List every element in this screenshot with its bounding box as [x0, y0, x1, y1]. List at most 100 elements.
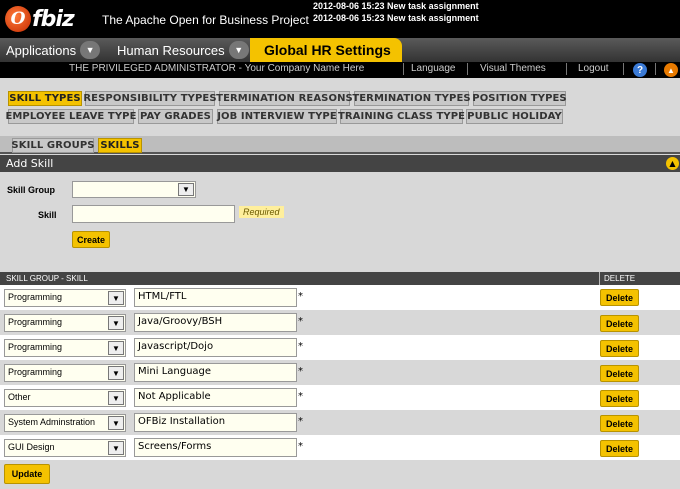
- skills-table-header: SKILL GROUP - SKILL DELETE: [0, 272, 680, 285]
- chevron-down-icon[interactable]: ▼: [80, 41, 101, 59]
- tab-job-interview-type[interactable]: JOB INTERVIEW TYPE: [217, 109, 337, 124]
- skill-group-value: Programming: [8, 367, 63, 377]
- skill-group-value: Programming: [8, 317, 63, 327]
- tab-position-types[interactable]: POSITION TYPES: [472, 91, 567, 106]
- add-skill-form: Skill Group ▼ Skill Required Create: [0, 172, 680, 265]
- skill-group-select[interactable]: Programming ▼: [4, 339, 126, 357]
- visual-themes-link[interactable]: Visual Themes: [480, 63, 546, 74]
- notice-item[interactable]: 2012-08-06 15:23 New task assignment: [313, 0, 479, 12]
- chevron-down-icon[interactable]: ▼: [108, 316, 124, 330]
- logo-icon: O: [5, 6, 31, 32]
- skill-group-label: Skill Group: [7, 185, 56, 195]
- add-skill-title-bar: Add Skill ▲: [0, 155, 680, 172]
- divider: [467, 63, 468, 75]
- applications-label: Applications: [6, 42, 77, 58]
- required-mark: *: [298, 341, 303, 352]
- delete-button[interactable]: Delete: [600, 315, 639, 332]
- table-row: Programming ▼ Javascript/Dojo * Delete: [0, 335, 680, 360]
- skill-input[interactable]: Javascript/Dojo: [134, 338, 297, 357]
- skill-input[interactable]: [72, 205, 235, 223]
- current-app-tab[interactable]: Global HR Settings: [250, 38, 402, 62]
- tab-skills[interactable]: SKILLS: [98, 138, 142, 153]
- chevron-down-icon[interactable]: ▼: [108, 341, 124, 355]
- tab-skill-types[interactable]: SKILL TYPES: [8, 91, 82, 106]
- notices: 2012-08-06 15:23 New task assignment 201…: [313, 0, 479, 24]
- col-group-skill: SKILL GROUP - SKILL: [6, 274, 88, 283]
- tab-employee-leave-type[interactable]: EMPLOYEE LEAVE TYPE: [5, 109, 136, 124]
- skill-group-value: GUI Design: [8, 442, 55, 452]
- notice-item[interactable]: 2012-08-06 15:23 New task assignment: [313, 12, 479, 24]
- required-mark: *: [298, 366, 303, 377]
- chevron-down-icon[interactable]: ▼: [108, 441, 124, 455]
- create-button[interactable]: Create: [72, 231, 110, 248]
- chevron-down-icon[interactable]: ▼: [228, 41, 249, 59]
- skill-group-select[interactable]: Programming ▼: [4, 364, 126, 382]
- chevron-down-icon[interactable]: ▼: [108, 416, 124, 430]
- help-icon[interactable]: ?: [633, 63, 647, 77]
- tab-row-1: SKILL TYPES RESPONSIBILITY TYPES TERMINA…: [0, 78, 680, 108]
- applications-menu[interactable]: Applications ▼: [6, 40, 101, 60]
- skill-group-select[interactable]: Programming ▼: [4, 314, 126, 332]
- divider: [623, 63, 624, 75]
- skill-group-select[interactable]: Other ▼: [4, 389, 126, 407]
- table-row: Programming ▼ Java/Groovy/BSH * Delete: [0, 310, 680, 335]
- skill-group-select[interactable]: GUI Design ▼: [4, 439, 126, 457]
- ofbiz-logo[interactable]: O fbiz: [5, 5, 75, 33]
- skill-group-select[interactable]: System Adminstration ▼: [4, 414, 126, 432]
- skill-input[interactable]: Screens/Forms: [134, 438, 297, 457]
- chevron-down-icon[interactable]: ▼: [108, 366, 124, 380]
- skill-input[interactable]: HTML/FTL: [134, 288, 297, 307]
- divider: [599, 272, 600, 285]
- skill-group-value: System Adminstration: [8, 417, 96, 427]
- app-bar: Applications ▼ Human Resources ▼ Global …: [0, 38, 680, 62]
- table-row: System Adminstration ▼ OFBiz Installatio…: [0, 410, 680, 435]
- skill-input[interactable]: OFBiz Installation: [134, 413, 297, 432]
- skill-group-value: Programming: [8, 292, 63, 302]
- delete-button[interactable]: Delete: [600, 289, 639, 306]
- divider: [655, 63, 656, 75]
- chevron-down-icon[interactable]: ▼: [108, 391, 124, 405]
- tab-responsibility-types[interactable]: RESPONSIBILITY TYPES: [83, 91, 217, 106]
- skill-input[interactable]: Not Applicable: [134, 388, 297, 407]
- update-button[interactable]: Update: [4, 464, 50, 484]
- delete-button[interactable]: Delete: [600, 365, 639, 382]
- delete-button[interactable]: Delete: [600, 390, 639, 407]
- logout-link[interactable]: Logout: [578, 63, 609, 74]
- skill-label: Skill: [38, 210, 57, 220]
- human-resources-menu[interactable]: Human Resources ▼: [117, 40, 249, 60]
- table-row: Programming ▼ HTML/FTL * Delete: [0, 285, 680, 310]
- chevron-down-icon[interactable]: ▼: [178, 183, 194, 196]
- tagline: The Apache Open for Business Project: [102, 13, 309, 27]
- table-row: Programming ▼ Mini Language * Delete: [0, 360, 680, 385]
- required-mark: *: [298, 316, 303, 327]
- collapse-icon[interactable]: ▲: [664, 63, 678, 77]
- human-resources-label: Human Resources: [117, 42, 225, 58]
- user-bar: THE PRIVILEGED ADMINISTRATOR - Your Comp…: [0, 62, 680, 78]
- skill-input[interactable]: Java/Groovy/BSH: [134, 313, 297, 332]
- header: O fbiz The Apache Open for Business Proj…: [0, 0, 680, 38]
- required-mark: *: [298, 391, 303, 402]
- delete-button[interactable]: Delete: [600, 440, 639, 457]
- required-mark: *: [298, 291, 303, 302]
- tab-termination-reasons[interactable]: TERMINATION REASONS: [216, 91, 353, 106]
- skill-input[interactable]: Mini Language: [134, 363, 297, 382]
- tab-pay-grades[interactable]: PAY GRADES: [138, 109, 213, 124]
- required-mark: *: [298, 441, 303, 452]
- skill-group-select[interactable]: ▼: [72, 181, 196, 198]
- tab-public-holiday[interactable]: PUBLIC HOLIDAY: [466, 109, 563, 124]
- skill-group-value: Other: [8, 392, 31, 402]
- chevron-down-icon[interactable]: ▼: [108, 291, 124, 305]
- collapse-icon[interactable]: ▲: [666, 157, 679, 170]
- tab-skill-groups[interactable]: SKILL GROUPS: [11, 138, 94, 153]
- language-link[interactable]: Language: [411, 63, 456, 74]
- tab-training-class-type[interactable]: TRAINING CLASS TYPE: [338, 109, 465, 124]
- table-row: GUI Design ▼ Screens/Forms * Delete: [0, 435, 680, 460]
- tab-row-2: EMPLOYEE LEAVE TYPE PAY GRADES JOB INTER…: [0, 108, 680, 126]
- skill-group-value: Programming: [8, 342, 63, 352]
- tab-termination-types[interactable]: TERMINATION TYPES: [352, 91, 471, 106]
- skill-group-select[interactable]: Programming ▼: [4, 289, 126, 307]
- delete-button[interactable]: Delete: [600, 340, 639, 357]
- col-delete: DELETE: [604, 274, 636, 283]
- logo-text: fbiz: [32, 6, 75, 32]
- delete-button[interactable]: Delete: [600, 415, 639, 432]
